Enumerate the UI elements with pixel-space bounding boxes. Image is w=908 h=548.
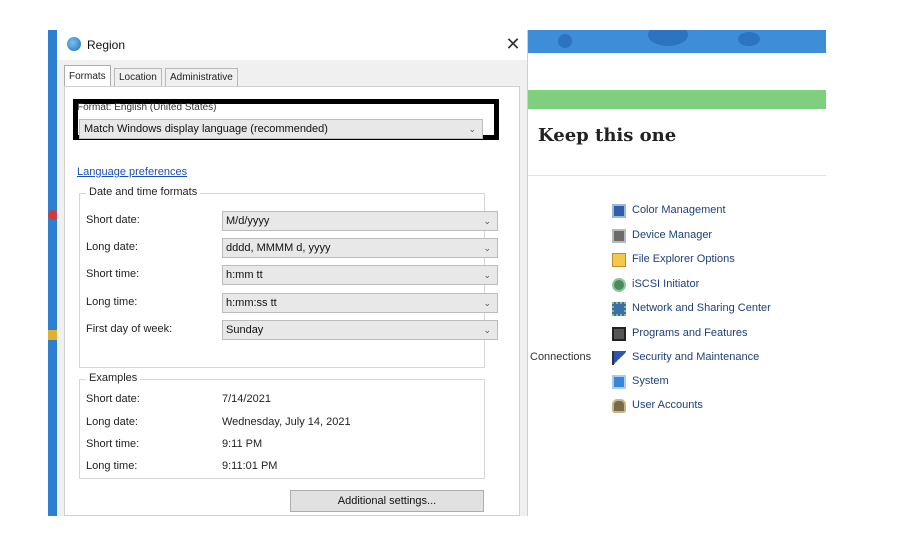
monitor-icon <box>612 204 626 218</box>
short-date-label: Short date: <box>86 214 140 226</box>
flag-icon <box>612 351 626 365</box>
cp-item-label: Network and Sharing Center <box>632 302 771 314</box>
banner-decoration <box>738 32 760 46</box>
tab-location[interactable]: Location <box>114 68 162 87</box>
cp-item-label: Security and Maintenance <box>632 351 760 363</box>
banner-image <box>528 30 826 53</box>
example-short-time-value: 9:11 PM <box>222 438 263 450</box>
connections-link[interactable]: Connections <box>530 351 591 363</box>
long-time-value: h:mm:ss tt <box>226 297 277 309</box>
short-time-label: Short time: <box>86 268 140 280</box>
annotation-heading: Keep this one <box>538 125 677 146</box>
example-long-date-value: Wednesday, July 14, 2021 <box>222 416 351 428</box>
cp-item-label: Color Management <box>632 204 726 216</box>
format-dropdown-value: Match Windows display language (recommen… <box>84 123 328 135</box>
short-date-value: M/d/yyyy <box>226 215 270 227</box>
first-day-label: First day of week: <box>86 323 173 335</box>
language-preferences-link[interactable]: Language preferences <box>77 166 187 178</box>
title-bar: Region ✕ <box>57 30 527 60</box>
chevron-down-icon: ⌄ <box>483 298 491 308</box>
long-time-dropdown[interactable]: h:mm:ss tt ⌄ <box>222 293 498 313</box>
examples-group: Examples Short date: 7/14/2021 Long date… <box>79 372 485 479</box>
banner-decoration <box>558 34 572 48</box>
long-time-label: Long time: <box>86 296 138 308</box>
group-title: Date and time formats <box>86 186 201 198</box>
device-manager-icon <box>612 229 626 243</box>
region-globe-icon <box>67 37 81 51</box>
example-short-time-label: Short time: <box>86 438 140 450</box>
first-day-value: Sunday <box>226 324 264 336</box>
cp-item-label: User Accounts <box>632 399 703 411</box>
date-time-formats-group: Date and time formats Short date: M/d/yy… <box>79 186 498 368</box>
chevron-down-icon: ⌄ <box>483 243 491 253</box>
divider <box>528 175 826 176</box>
cp-item-label: Device Manager <box>632 229 713 241</box>
example-short-date-value: 7/14/2021 <box>222 393 271 405</box>
example-long-time-value: 9:11:01 PM <box>222 460 278 472</box>
cp-item-label: File Explorer Options <box>632 253 735 265</box>
tab-administrative[interactable]: Administrative <box>165 68 238 87</box>
system-icon <box>612 375 626 389</box>
cp-item-label: Programs and Features <box>632 327 748 339</box>
chevron-down-icon: ⌄ <box>483 216 491 226</box>
network-icon <box>612 302 626 316</box>
chevron-down-icon: ⌄ <box>468 124 476 134</box>
long-date-label: Long date: <box>86 241 138 253</box>
group-title: Examples <box>86 372 141 384</box>
folder-options-icon <box>612 253 626 267</box>
close-button[interactable]: ✕ <box>502 34 524 56</box>
region-dialog: Region ✕ Formats Location Administrative… <box>57 30 528 516</box>
example-long-date-label: Long date: <box>86 416 138 428</box>
users-icon <box>612 399 626 413</box>
example-long-time-label: Long time: <box>86 460 138 472</box>
programs-icon <box>612 327 626 341</box>
tab-formats[interactable]: Formats <box>64 65 111 87</box>
example-short-date-label: Short date: <box>86 393 140 405</box>
format-dropdown[interactable]: Match Windows display language (recommen… <box>79 119 483 139</box>
long-date-value: dddd, MMMM d, yyyy <box>226 242 331 254</box>
globe-icon <box>612 278 626 292</box>
short-time-dropdown[interactable]: h:mm tt ⌄ <box>222 265 498 285</box>
short-date-dropdown[interactable]: M/d/yyyy ⌄ <box>222 211 498 231</box>
additional-settings-button[interactable]: Additional settings... <box>290 490 484 512</box>
first-day-dropdown[interactable]: Sunday ⌄ <box>222 320 498 340</box>
short-time-value: h:mm tt <box>226 269 263 281</box>
format-label: Format: English (United States) <box>77 102 217 113</box>
cp-item-label: iSCSI Initiator <box>632 278 700 290</box>
banner-decoration <box>648 30 688 46</box>
long-date-dropdown[interactable]: dddd, MMMM d, yyyy ⌄ <box>222 238 498 258</box>
cp-item-label: System <box>632 375 669 387</box>
chevron-down-icon: ⌄ <box>483 325 491 335</box>
green-highlight-bar <box>528 90 826 109</box>
chevron-down-icon: ⌄ <box>483 270 491 280</box>
dialog-title: Region <box>87 38 126 52</box>
